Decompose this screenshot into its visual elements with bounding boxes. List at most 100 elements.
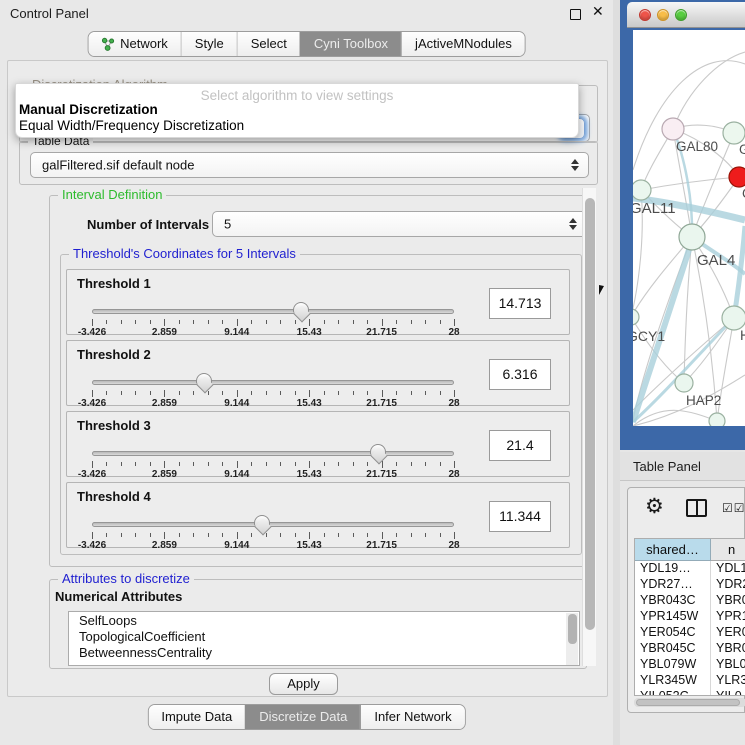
- threshold-2-slider[interactable]: -3.4262.8599.14415.4321.71528: [92, 377, 454, 407]
- tab-select[interactable]: Select: [237, 32, 300, 56]
- tab-cyni-toolbox[interactable]: Cyni Toolbox: [300, 32, 401, 56]
- tick-mark: [237, 390, 238, 397]
- window-minimize-button[interactable]: [657, 9, 669, 21]
- panel-scrollbar[interactable]: [582, 188, 596, 666]
- tick-label: -3.426: [78, 469, 106, 480]
- tab-discretize-data[interactable]: Discretize Data: [245, 705, 360, 729]
- network-node-hap2[interactable]: [675, 374, 693, 392]
- network-node-gal80[interactable]: [662, 118, 684, 140]
- dropdown-option-manual[interactable]: Manual Discretization: [16, 101, 578, 117]
- list-item[interactable]: SelfLoops: [69, 612, 579, 628]
- float-window-icon[interactable]: [570, 9, 581, 20]
- scrollbar-thumb[interactable]: [636, 699, 740, 706]
- tick-label: 28: [448, 469, 459, 480]
- network-node-unlabeled[interactable]: [709, 413, 725, 426]
- tick-mark: [454, 319, 455, 326]
- threshold-3-slider[interactable]: -3.4262.8599.14415.4321.71528: [92, 448, 454, 478]
- tab-style[interactable]: Style: [181, 32, 237, 56]
- tick-label: 21.715: [366, 398, 397, 409]
- tick-mark: [338, 391, 339, 395]
- close-icon[interactable]: ✕: [592, 4, 604, 20]
- table-row[interactable]: YBR043CYBR0: [635, 593, 745, 609]
- slider-thumb[interactable]: [370, 444, 386, 455]
- node-label: GA: [739, 142, 745, 157]
- list-item[interactable]: TopologicalCoefficient: [69, 628, 579, 644]
- table-row[interactable]: YBR045CYBR0: [635, 641, 745, 657]
- number-of-intervals-combobox[interactable]: 5: [212, 211, 587, 237]
- stepper-arrows-icon: [571, 159, 579, 171]
- threshold-1-slider[interactable]: -3.4262.8599.14415.4321.71528: [92, 306, 454, 336]
- column-header-shared-name[interactable]: shared…: [635, 539, 711, 561]
- tick-mark: [440, 320, 441, 324]
- tick-mark: [164, 532, 165, 539]
- table-horizontal-scrollbar[interactable]: [634, 698, 745, 707]
- slider-thumb[interactable]: [293, 302, 309, 313]
- network-node-gal11[interactable]: [633, 180, 651, 200]
- network-node-gal4[interactable]: [679, 224, 705, 250]
- combo-value: galFiltered.sif default node: [42, 158, 194, 173]
- tick-label: 28: [448, 540, 459, 551]
- slider-tick-labels: -3.4262.8599.14415.4321.71528: [92, 469, 454, 480]
- slider-thumb[interactable]: [254, 515, 270, 526]
- threshold-3-value-field[interactable]: 21.4: [489, 430, 551, 461]
- tick-mark: [396, 320, 397, 324]
- table-row[interactable]: YLR345WYLR3: [635, 673, 745, 689]
- threshold-4-value-field[interactable]: 11.344: [489, 501, 551, 532]
- threshold-4-slider[interactable]: -3.4262.8599.14415.4321.71528: [92, 519, 454, 549]
- cell-name: YBR0: [711, 593, 745, 609]
- threshold-1-value-field[interactable]: 14.713: [489, 288, 551, 319]
- threshold-2-value-field[interactable]: 6.316: [489, 359, 551, 390]
- network-node-gcy1[interactable]: [633, 309, 639, 325]
- dropdown-option-equal-width[interactable]: Equal Width/Frequency Discretization: [16, 117, 578, 133]
- tick-mark: [222, 533, 223, 537]
- table-row[interactable]: YDL19…YDL1: [635, 561, 745, 577]
- node-label: GCY1: [633, 328, 665, 344]
- tab-impute-data[interactable]: Impute Data: [148, 705, 245, 729]
- scrollbar-thumb[interactable]: [585, 198, 595, 630]
- tab-infer-network[interactable]: Infer Network: [360, 705, 464, 729]
- table-row[interactable]: YDR27…YDR2: [635, 577, 745, 593]
- tab-label: Network: [120, 36, 168, 51]
- tick-label: 9.144: [224, 540, 249, 551]
- tab-jactivemnodules[interactable]: jActiveMNodules: [401, 32, 525, 56]
- gear-icon[interactable]: ⚙: [645, 494, 664, 518]
- panel-divider[interactable]: [613, 0, 620, 745]
- tick-mark: [324, 320, 325, 324]
- tick-mark: [382, 532, 383, 539]
- scrollbar-thumb[interactable]: [568, 614, 577, 644]
- tick-label: 15.43: [297, 327, 322, 338]
- table-row[interactable]: YIL052CYIL0: [635, 689, 745, 696]
- network-node-ga[interactable]: [723, 122, 745, 144]
- network-node-c[interactable]: [729, 167, 745, 187]
- window-close-button[interactable]: [639, 9, 651, 21]
- list-item[interactable]: BetweennessCentrality: [69, 644, 579, 660]
- tick-mark: [251, 533, 252, 537]
- column-header-name[interactable]: n: [711, 539, 745, 561]
- threshold-label: Threshold 2: [77, 347, 151, 362]
- network-edge[interactable]: [641, 177, 739, 190]
- table-row[interactable]: YER054CYER0: [635, 625, 745, 641]
- tick-mark: [266, 462, 267, 466]
- slider-thumb[interactable]: [196, 373, 212, 384]
- table-row[interactable]: YBL079WYBL0: [635, 657, 745, 673]
- window-zoom-button[interactable]: [675, 9, 687, 21]
- split-columns-icon[interactable]: [686, 499, 707, 517]
- attributes-group: Attributes to discretize Numerical Attri…: [49, 579, 587, 669]
- cell-name: YER0: [711, 625, 745, 641]
- table-data-combobox[interactable]: galFiltered.sif default node: [30, 152, 589, 178]
- table-row[interactable]: YPR145WYPR1: [635, 609, 745, 625]
- control-panel: Control Panel ✕ Network Style Select Cyn…: [0, 0, 613, 745]
- checkboxes-icon[interactable]: ☑☑: [722, 501, 745, 515]
- cell-shared-name: YIL052C: [635, 689, 711, 696]
- tick-label: 15.43: [297, 469, 322, 480]
- list-scrollbar[interactable]: [566, 613, 578, 666]
- tick-mark: [411, 391, 412, 395]
- tab-network[interactable]: Network: [88, 32, 181, 56]
- tick-mark: [164, 319, 165, 326]
- tick-mark: [280, 320, 281, 324]
- apply-button[interactable]: Apply: [269, 673, 338, 695]
- numerical-attributes-list[interactable]: SelfLoops TopologicalCoefficient Between…: [68, 611, 580, 666]
- network-canvas[interactable]: GAL80GACGAL11GAL4GCY1HHAP2: [633, 30, 745, 426]
- network-window-titlebar[interactable]: [627, 2, 745, 28]
- slider-track: [92, 451, 454, 456]
